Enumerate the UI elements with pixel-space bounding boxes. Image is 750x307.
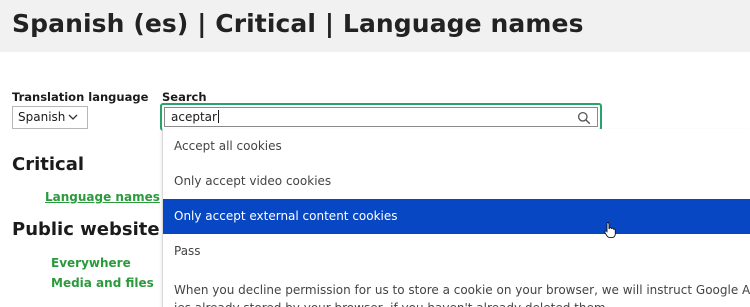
suggestion-option[interactable]: Accept all cookies	[163, 129, 750, 164]
text-caret	[217, 110, 219, 123]
link-language-names[interactable]: Language names	[45, 190, 160, 204]
search-label: Search	[162, 90, 207, 104]
suggestion-option-selected[interactable]: Only accept external content cookies	[163, 199, 750, 234]
section-heading-critical: Critical	[12, 154, 85, 175]
suggestion-option[interactable]: Only accept video cookies	[163, 164, 750, 199]
translation-language-select[interactable]: Spanish	[12, 106, 88, 129]
page-title: Spanish (es) | Critical | Language names	[12, 9, 584, 38]
search-input[interactable]: aceptar	[164, 107, 598, 127]
search-field[interactable]: aceptar	[160, 103, 602, 131]
chevron-down-icon	[67, 110, 79, 124]
page-header: Spanish (es) | Critical | Language names	[0, 0, 750, 52]
translation-language-label: Translation language	[12, 90, 149, 104]
link-media-and-files[interactable]: Media and files	[51, 276, 154, 290]
link-everywhere[interactable]: Everywhere	[51, 256, 131, 270]
search-icon[interactable]	[577, 110, 591, 125]
suggestion-option[interactable]: Pass	[163, 234, 750, 269]
suggestion-option-long-line2: ies already stored by your browser, if y…	[174, 299, 750, 307]
section-heading-public-website: Public website -	[12, 219, 174, 240]
suggestion-option-long[interactable]: When you decline permission for us to st…	[163, 269, 750, 307]
translation-language-value: Spanish	[18, 110, 66, 124]
suggestion-option-long-line1: When you decline permission for us to st…	[174, 283, 750, 297]
search-input-value: aceptar	[171, 110, 217, 124]
search-suggestions-dropdown: Accept all cookies Only accept video coo…	[162, 129, 750, 307]
mouse-pointer-icon	[604, 221, 616, 239]
